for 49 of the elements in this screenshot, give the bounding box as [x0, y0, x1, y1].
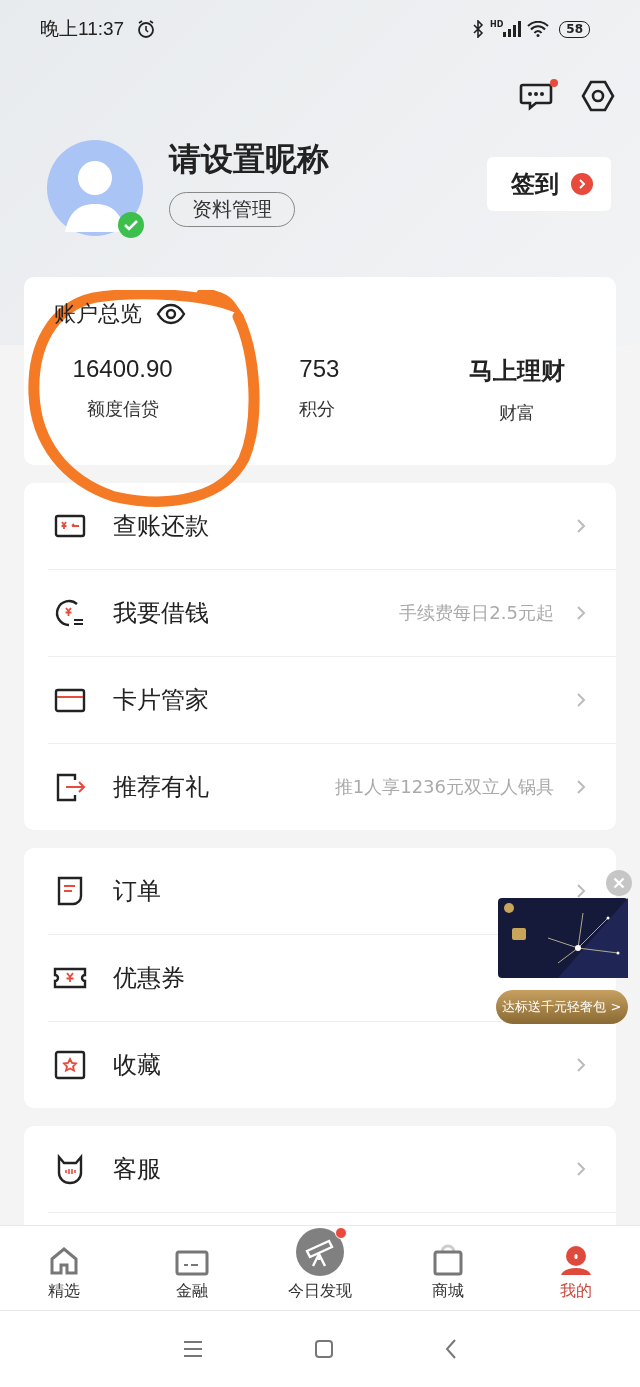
stat-value[interactable]: 16400.90	[72, 355, 173, 383]
tab[interactable]: 金融	[128, 1226, 256, 1310]
home-icon	[48, 1245, 80, 1277]
tab[interactable]: 今日发现	[256, 1226, 384, 1310]
chevron-icon	[576, 605, 586, 621]
wifi-icon	[527, 21, 550, 37]
battery-indicator: 58	[559, 20, 590, 38]
chevron-icon	[576, 692, 586, 708]
chevron-icon	[576, 1161, 586, 1177]
menu-item[interactable]: 客服	[113, 1153, 161, 1185]
tab[interactable]: 我的	[512, 1226, 640, 1310]
menu-hint: 推1人享1236元双立人锅具	[334, 775, 554, 799]
message-icon[interactable]	[519, 81, 555, 111]
card-icon	[175, 1249, 209, 1277]
menu-item[interactable]: 查账还款	[113, 510, 209, 542]
chevron-icon	[576, 883, 586, 899]
menu-item[interactable]: 推荐有礼	[113, 771, 209, 803]
menu-item[interactable]: 卡片管家	[113, 684, 209, 716]
stat-label: 额度信贷	[86, 397, 159, 421]
stat-value[interactable]: 753	[299, 355, 340, 383]
avatar-icon[interactable]	[47, 140, 143, 236]
status-time: 晚上11:37	[40, 17, 125, 41]
bluetooth-icon	[471, 20, 484, 38]
eye-icon[interactable]	[156, 303, 186, 325]
chevron-icon	[576, 518, 586, 534]
settings-icon[interactable]	[581, 79, 615, 113]
tab[interactable]: 商城	[384, 1226, 512, 1310]
user-icon	[559, 1245, 593, 1277]
menu-item[interactable]: 优惠券	[113, 962, 185, 994]
tab[interactable]: 精选	[0, 1226, 128, 1310]
stat-value[interactable]: 马上理财	[469, 355, 566, 387]
menu-icon[interactable]	[182, 1340, 204, 1358]
back-icon[interactable]	[444, 1338, 458, 1360]
menu-item[interactable]: 我要借钱	[113, 597, 209, 629]
network-type: HD	[489, 19, 504, 29]
stat-label: 积分	[299, 397, 336, 421]
nickname: 请设置昵称	[169, 138, 329, 180]
menu-item[interactable]: 订单	[113, 875, 161, 907]
bag-icon	[432, 1243, 464, 1277]
checkin-button[interactable]: 签到	[487, 157, 611, 211]
chevron-icon	[576, 1057, 586, 1073]
chevron-icon	[571, 173, 593, 195]
alarm-icon	[136, 19, 157, 39]
stat-label: 财富	[499, 401, 536, 425]
menu-item[interactable]: 收藏	[113, 1049, 161, 1081]
chevron-icon	[576, 779, 586, 795]
home-button-icon[interactable]	[314, 1339, 334, 1359]
menu-hint: 手续费每日2.5元起	[399, 601, 554, 625]
signal-icon	[503, 21, 522, 37]
